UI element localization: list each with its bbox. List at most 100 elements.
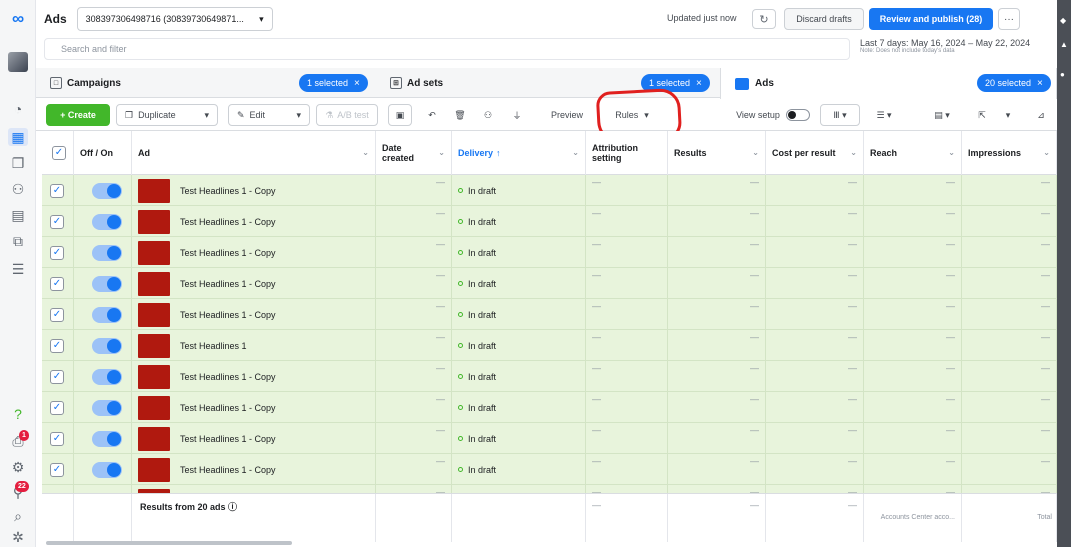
edit-button[interactable]: ✎ Edit ▾	[228, 104, 310, 126]
column-ad[interactable]: Ad ⌄	[132, 131, 376, 175]
row-checkbox[interactable]: ✓	[50, 400, 64, 415]
table-row[interactable]: ✓Test Headlines 1 - Copy—In draft—————	[42, 206, 1057, 237]
ad-on-off-toggle[interactable]	[92, 306, 122, 323]
ad-thumbnail[interactable]	[138, 302, 170, 327]
clear-ads-selection-icon[interactable]: ×	[1037, 78, 1043, 89]
table-row[interactable]: ✓Test Headlines 1 - Copy—In draft—————	[42, 237, 1057, 268]
ad-thumbnail[interactable]	[138, 240, 170, 265]
column-reach[interactable]: Reach ⌄	[864, 131, 962, 175]
ad-thumbnail[interactable]	[138, 395, 170, 420]
account-avatar[interactable]	[8, 52, 28, 72]
column-cost-per-result[interactable]: Cost per result ⌄	[766, 131, 864, 175]
select-all-checkbox[interactable]: ✓	[52, 146, 66, 160]
ad-thumbnail[interactable]	[138, 209, 170, 234]
ad-name[interactable]: Test Headlines 1 - Copy	[180, 310, 276, 320]
table-row[interactable]: ✓Test Headlines 1 - Copy—In draft—————	[42, 454, 1057, 485]
ad-thumbnail[interactable]	[138, 333, 170, 358]
more-options-button[interactable]: ···	[998, 8, 1020, 30]
account-selector[interactable]: 308397306498716 (30839730649871... ▾	[76, 7, 273, 31]
ad-on-off-toggle[interactable]	[92, 461, 122, 478]
catalog-icon[interactable]: ⧉	[8, 232, 28, 250]
column-offon[interactable]: Off / On	[74, 131, 132, 175]
ad-name[interactable]: Test Headlines 1 - Copy	[180, 372, 276, 382]
dashboard-gauge-icon[interactable]: ◔	[8, 100, 28, 118]
help-icon[interactable]: ?	[8, 405, 28, 423]
table-row[interactable]: ✓ Test Headlines 1 — In draft — — — — —	[42, 330, 1057, 361]
ad-name[interactable]: Test Headlines 1 - Copy	[180, 465, 276, 475]
tab-campaigns[interactable]: □ Campaigns	[50, 68, 121, 98]
ad-on-off-toggle[interactable]	[92, 399, 122, 416]
table-row[interactable]: ✓Test Headlines 1 - Copy—In draft—————	[42, 392, 1057, 423]
ads-manager-table-icon[interactable]: ▦	[8, 128, 28, 146]
horizontal-scrollbar[interactable]	[46, 541, 292, 545]
audiences-icon[interactable]: ⚇	[8, 180, 28, 198]
clear-adsets-selection-icon[interactable]: ×	[696, 78, 702, 89]
undo-button[interactable]: ↶	[421, 104, 443, 126]
delete-button[interactable]: 🗑	[449, 104, 471, 126]
panel-icon-2[interactable]: ▲	[1060, 40, 1068, 49]
ad-thumbnail[interactable]	[138, 364, 170, 389]
table-row[interactable]: ✓Test Headlines 1 - Copy—In draft—————	[42, 299, 1057, 330]
ad-on-off-toggle[interactable]	[92, 430, 122, 447]
reports-button[interactable]: ▤ ▾	[922, 104, 962, 126]
ads-selected-chip[interactable]: 20 selected ×	[977, 74, 1051, 92]
ad-on-off-toggle[interactable]	[92, 275, 122, 292]
ad-on-off-toggle[interactable]	[92, 213, 122, 230]
panel-icon-3[interactable]: ●	[1060, 70, 1065, 79]
ad-name[interactable]: Test Headlines 1 - Copy	[180, 279, 276, 289]
archive-button[interactable]: ▣	[388, 104, 412, 126]
ad-name[interactable]: Test Headlines 1 - Copy	[180, 248, 276, 258]
columns-button[interactable]: Ⅲ ▾	[820, 104, 860, 126]
ad-thumbnail[interactable]	[138, 457, 170, 482]
panel-icon-1[interactable]: ◆	[1060, 16, 1066, 25]
view-setup-switch[interactable]	[785, 109, 810, 121]
test-button[interactable]: ⏚	[506, 104, 528, 126]
settings-gear-icon[interactable]: ⚙	[8, 458, 28, 476]
duplicate-button[interactable]: ❐ Duplicate ▾	[116, 104, 218, 126]
ad-on-off-toggle[interactable]	[92, 368, 122, 385]
table-row[interactable]: ✓Test Headlines 1 - Copy—In draft—————	[42, 175, 1057, 206]
row-checkbox[interactable]: ✓	[50, 462, 64, 477]
table-row[interactable]: ✓Test Headlines 1 - Copy—In draft—————	[42, 423, 1057, 454]
ad-name[interactable]: Test Headlines 1	[180, 341, 247, 351]
search-icon[interactable]: ⌕	[8, 507, 28, 525]
audience-button[interactable]: ⚇	[477, 104, 499, 126]
column-delivery[interactable]: Delivery ↑ ⌄	[452, 131, 586, 175]
ad-name[interactable]: Test Headlines 1 - Copy	[180, 217, 276, 227]
ad-thumbnail[interactable]	[138, 271, 170, 296]
ad-on-off-toggle[interactable]	[92, 337, 122, 354]
ad-on-off-toggle[interactable]	[92, 244, 122, 261]
column-date-created[interactable]: Date created ⌄	[376, 131, 452, 175]
refresh-button[interactable]: ↻	[752, 9, 776, 29]
table-row[interactable]: ✓Test Headlines 1 - Copy—In draft—————	[42, 361, 1057, 392]
documents-icon[interactable]: ❐	[8, 154, 28, 172]
row-checkbox[interactable]: ✓	[50, 307, 64, 322]
discard-drafts-button[interactable]: Discard drafts	[784, 8, 864, 30]
create-button[interactable]: + Create	[46, 104, 110, 126]
view-setup-toggle[interactable]: View setup	[730, 104, 816, 126]
right-side-panel-strip[interactable]: ◆ ▲ ●	[1057, 0, 1071, 547]
export-button[interactable]: ⇱	[970, 104, 994, 126]
column-impressions[interactable]: Impressions ⌄	[962, 131, 1057, 175]
ad-name[interactable]: Test Headlines 1 - Copy	[180, 186, 276, 196]
row-checkbox[interactable]: ✓	[50, 183, 64, 198]
reports-icon[interactable]: ▤	[8, 206, 28, 224]
ad-on-off-toggle[interactable]	[92, 182, 122, 199]
table-row[interactable]: ✓Test Headlines 1 - Copy—In draft—————	[42, 485, 1057, 493]
row-checkbox[interactable]: ✓	[50, 276, 64, 291]
rules-button[interactable]: Rules ▾	[602, 104, 662, 126]
ad-name[interactable]: Test Headlines 1 - Copy	[180, 434, 276, 444]
table-row[interactable]: ✓Test Headlines 1 - Copy—In draft—————	[42, 268, 1057, 299]
charts-button[interactable]: ⊿	[1030, 104, 1052, 126]
search-input[interactable]: Search and filter	[44, 38, 850, 60]
export-menu-button[interactable]: ▾	[998, 104, 1018, 126]
row-checkbox[interactable]: ✓	[50, 431, 64, 446]
ad-thumbnail[interactable]	[138, 178, 170, 203]
column-attribution[interactable]: Attribution setting	[586, 131, 668, 175]
campaigns-selected-chip[interactable]: 1 selected ×	[299, 74, 368, 92]
ab-test-button[interactable]: ⚗ A/B test	[316, 104, 378, 126]
clear-campaigns-selection-icon[interactable]: ×	[354, 78, 360, 89]
select-all-checkbox-cell[interactable]: ✓	[42, 131, 74, 175]
preview-button[interactable]: Preview	[544, 104, 590, 126]
ad-name[interactable]: Test Headlines 1 - Copy	[180, 403, 276, 413]
